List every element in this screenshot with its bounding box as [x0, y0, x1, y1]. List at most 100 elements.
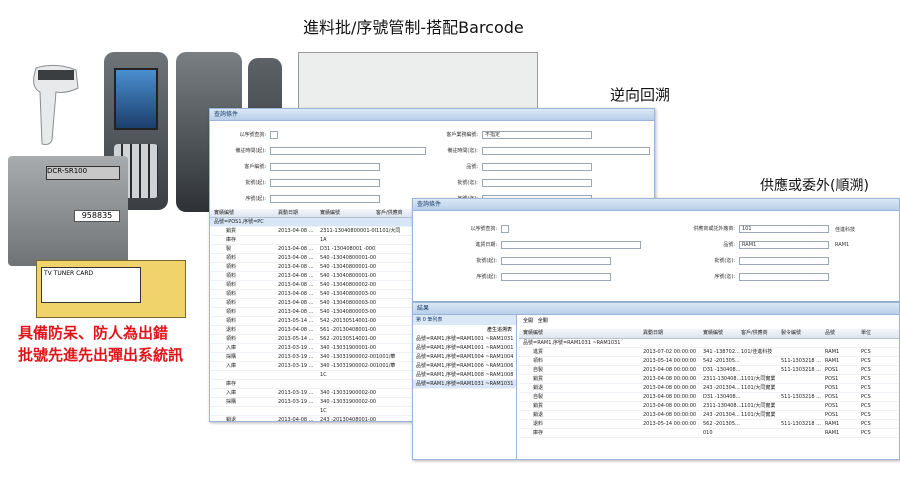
row-name: 領料: [226, 309, 237, 315]
cell-unit: PCS: [861, 385, 871, 391]
row-name: 領料: [226, 282, 237, 288]
field-input[interactable]: [739, 273, 829, 281]
row-number: 561 -20130408001-0001: [320, 327, 376, 333]
cell-unit: PCS: [861, 349, 871, 355]
cell-name: 品號=RAM1,序號=RAM1031 ~RAM1031: [523, 340, 621, 346]
forward-trace-window: 查詢條件 以序號查詢: 進貨日期: 批號(起): 序號(起): 供應商或託外廠商: 101…: [412, 198, 900, 302]
field-input[interactable]: [482, 147, 650, 155]
field-label: 進貨日期:: [475, 242, 497, 248]
fifo-note: 批號先進先出彈出系統訊: [18, 346, 184, 364]
column-header: 製令編號: [781, 330, 802, 336]
cell-cust: 101/佳進科技: [741, 349, 773, 355]
serial-list-item[interactable]: 品號=RAM1,序號=RAM1031 ~RAM1031: [413, 380, 516, 389]
field-input[interactable]: [501, 273, 611, 281]
column-header: 異動日期: [643, 330, 664, 336]
field-label: 以序號查詢:: [470, 226, 497, 232]
field-label: 序號(迄):: [714, 274, 735, 280]
result-row[interactable]: 銷退 2013-04-08 00:00:00 243 -201304... 1101/…: [519, 411, 899, 420]
cell-item: RAM1: [825, 349, 840, 355]
result-row[interactable]: 庫存 010 RAM1 PCS: [519, 429, 899, 438]
result-row[interactable]: 領料 2013-05-14 00:00:00 542 -201305... 511-1…: [519, 357, 899, 366]
row-name: 採購: [226, 399, 237, 405]
cell-date: 2013-05-14 00:00:00: [643, 421, 697, 427]
row-date: 2013-04-08 ...: [278, 417, 314, 422]
row-date: 2013-03-19 ...: [278, 354, 314, 360]
result-row[interactable]: 退料 2013-05-14 00:00:00 562 -201305... 511-1…: [519, 420, 899, 429]
cell-cust: 1101/大同實業: [741, 376, 776, 382]
tv-tuner-card-label: TV TUNER CARD: [41, 267, 141, 303]
serial-list-item[interactable]: 品號=RAM1,序號=RAM1006 ~RAM1006: [413, 362, 516, 371]
field-input[interactable]: [270, 147, 426, 155]
field-input[interactable]: 101: [739, 225, 829, 233]
cell-name: 自製: [533, 367, 544, 373]
result-row[interactable]: 進貨 2013-07-02 00:00:00 341 -138702... 101/佳…: [519, 348, 899, 357]
row-name: 領料: [226, 264, 237, 270]
result-row[interactable]: 品號=RAM1,序號=RAM1031 ~RAM1031: [519, 339, 899, 348]
row-number: 1A: [320, 237, 327, 243]
row-date: 2013-04-08 ...: [278, 309, 314, 315]
row-name: 領料: [226, 291, 237, 297]
row-number: 1C: [320, 372, 327, 378]
cell-unit: PCS: [861, 430, 871, 436]
cell-cust: 1101/大同實業: [741, 412, 776, 418]
field-label: 備註時間(起):: [235, 148, 266, 154]
cell-unit: PCS: [861, 412, 871, 418]
result-row[interactable]: 自製 2013-04-08 00:00:00 D31 -130408... 511-1…: [519, 366, 899, 375]
field-input[interactable]: 不指定: [482, 131, 592, 139]
panel-title: 第 0 筆列表: [413, 315, 516, 325]
row-number: 540 -13040800001-0003: [320, 273, 376, 279]
row-name: 入庫: [226, 390, 237, 396]
serial-checkbox[interactable]: [270, 131, 278, 139]
field-input[interactable]: [270, 195, 380, 203]
tab-expand-all[interactable]: 全開: [523, 318, 533, 324]
list-item-label: 品號=RAM1,序號=RAM1008 ~RAM1008: [416, 372, 514, 378]
page-title: 進料批/序號管制-搭配Barcode: [303, 18, 524, 37]
serial-list-item[interactable]: 品號=RAM1,序號=RAM1001 ~RAM1031: [413, 335, 516, 344]
row-name: 製: [226, 246, 232, 252]
tab-bar: 全開 全關: [523, 317, 548, 324]
field-input[interactable]: [270, 163, 380, 171]
row-date: 2013-03-19 ...: [278, 399, 314, 405]
row-customer: 1101/大同: [376, 228, 401, 234]
field-input[interactable]: [501, 241, 641, 249]
field-input[interactable]: [482, 163, 592, 171]
result-row[interactable]: 銷退 2013-04-08 00:00:00 243 -201304... 1101/…: [519, 384, 899, 393]
serial-list-item[interactable]: 品號=RAM1,序號=RAM1008 ~RAM1008: [413, 371, 516, 380]
field-input[interactable]: RAM1: [739, 241, 829, 249]
field-label: 供應商或託外廠商:: [693, 226, 735, 232]
cell-name: 自製: [533, 394, 544, 400]
field-input[interactable]: [501, 257, 611, 265]
field-label: 序號(起):: [476, 274, 497, 280]
row-name: 領料: [226, 255, 237, 261]
row-name: 庫存: [226, 237, 237, 243]
cell-no: D31 -130408...: [703, 367, 741, 373]
column-header: 客戶/供應商: [741, 330, 768, 336]
cell-name: 退料: [533, 421, 544, 427]
serial-list-item[interactable]: 品號=RAM1,序號=RAM1004 ~RAM1004: [413, 353, 516, 362]
row-number: 340 -13031900002-0002: [320, 363, 376, 369]
cell-date: 2013-04-08 00:00:00: [643, 394, 697, 400]
row-number: 540 -13040800003-0001: [320, 291, 376, 297]
cell-item: RAM1: [825, 421, 840, 427]
tab-collapse-all[interactable]: 全關: [538, 318, 548, 324]
row-number: 2311-13040800001-0001: [320, 228, 376, 234]
field-input[interactable]: [270, 179, 380, 187]
cell-item: RAM1: [825, 430, 840, 436]
camera-model-tag: DCR-SR100: [46, 166, 120, 180]
serial-checkbox[interactable]: [501, 225, 509, 233]
generate-trace-button[interactable]: 產生追溯表: [413, 325, 516, 335]
row-date: 2013-05-14 ...: [278, 336, 314, 342]
cell-item: POS1: [825, 367, 839, 373]
column-header: 異動日期: [278, 210, 299, 216]
vendor-name: 佳進科技: [835, 227, 856, 233]
result-row[interactable]: 自製 2013-04-08 00:00:00 D31 -130408... 511-1…: [519, 393, 899, 402]
result-row[interactable]: 銷貨 2013-04-08 00:00:00 2311-130408... 1101/…: [519, 375, 899, 384]
field-input[interactable]: [482, 179, 592, 187]
row-number: 540 -13040800003-0003: [320, 309, 376, 315]
result-row[interactable]: 銷貨 2013-04-08 00:00:00 2311-130408... 1101/…: [519, 402, 899, 411]
field-input[interactable]: [739, 257, 829, 265]
cell-date: 2013-07-02 00:00:00: [643, 349, 697, 355]
cell-mo: 511-1303218 ...: [781, 421, 821, 427]
row-name: 領料: [226, 300, 237, 306]
serial-list-item[interactable]: 品號=RAM1,序號=RAM1001 ~RAM1001: [413, 344, 516, 353]
